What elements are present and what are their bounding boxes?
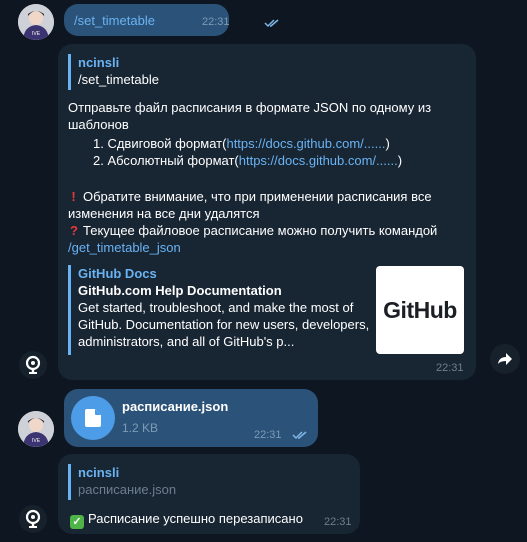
command-text[interactable]: /set_timetable	[74, 12, 155, 29]
template-item-2: 2. Абсолютный формат(https://docs.github…	[93, 152, 402, 169]
github-logo-text: GitHub	[383, 296, 457, 323]
svg-text:IVE: IVE	[32, 438, 41, 444]
reply-author: ncinsli	[78, 55, 120, 70]
reply-author: ncinsli	[78, 465, 120, 480]
forward-icon	[498, 353, 512, 365]
double-check-icon	[264, 19, 279, 28]
forward-button[interactable]	[490, 344, 520, 374]
message-time: 22:31	[254, 429, 282, 441]
item2-suffix: )	[397, 153, 403, 168]
file-name[interactable]: расписание.json	[122, 399, 228, 414]
success-text: ✓ Расписание успешно перезаписано	[70, 510, 303, 529]
user-avatar[interactable]: IVE	[18, 4, 54, 40]
current-body: Текущее файловое расписание можно получи…	[83, 223, 438, 238]
reply-text: /set_timetable	[78, 72, 159, 87]
bot-avatar[interactable]	[19, 351, 47, 379]
item1-link[interactable]: https://docs.github.com/......	[226, 136, 385, 151]
check-mark-icon: ✓	[70, 515, 84, 529]
preview-description: Get started, troubleshoot, and make the …	[78, 300, 370, 349]
question-icon: ?	[70, 223, 78, 238]
exclamation-icon: !	[71, 189, 76, 204]
warning-body: Обратите внимание, что при применении ра…	[68, 189, 432, 221]
current-schedule-text: ? Текущее файловое расписание можно получ…	[68, 222, 468, 239]
github-thumbnail[interactable]: GitHub	[376, 266, 464, 354]
message-time: 22:31	[436, 362, 464, 374]
template-item-1: 1. Сдвиговой формат(https://docs.github.…	[93, 135, 390, 152]
success-body: Расписание успешно перезаписано	[88, 511, 303, 526]
bot-success-bubble[interactable]: ncinsli расписание.json ✓ Расписание успе…	[58, 454, 360, 534]
bot-response-bubble[interactable]: ncinsli /set_timetable Отправьте файл ра…	[58, 44, 476, 380]
file-size: 1.2 KB	[122, 421, 159, 435]
bot-avatar[interactable]	[19, 505, 47, 533]
file-icon[interactable]	[71, 396, 115, 440]
file-message-bubble[interactable]: расписание.json 1.2 KB 22:31	[64, 389, 318, 447]
item2-link[interactable]: https://docs.github.com/......	[239, 153, 398, 168]
item1-suffix: )	[385, 136, 390, 151]
get-timetable-command[interactable]: /get_timetable_json	[68, 239, 181, 256]
svg-text:IVE: IVE	[32, 31, 41, 37]
document-icon	[85, 409, 101, 427]
outgoing-command-bubble[interactable]: /set_timetable 22:31	[64, 4, 279, 36]
reply-text: расписание.json	[78, 482, 177, 497]
user-avatar[interactable]: IVE	[18, 411, 54, 447]
instruction-text: Отправьте файл расписания в формате JSON…	[68, 100, 432, 132]
item2-prefix: 2. Абсолютный формат(	[93, 153, 239, 168]
message-time: 22:31	[202, 16, 230, 28]
reply-quote[interactable]: ncinsli /set_timetable	[68, 54, 159, 90]
reply-quote[interactable]: ncinsli расписание.json	[68, 464, 176, 500]
message-time: 22:31	[324, 516, 352, 528]
double-check-icon	[292, 431, 307, 440]
warning-text: ! Обратите внимание, что при применении р…	[68, 188, 468, 222]
item1-prefix: 1. Сдвиговой формат(	[93, 136, 227, 151]
